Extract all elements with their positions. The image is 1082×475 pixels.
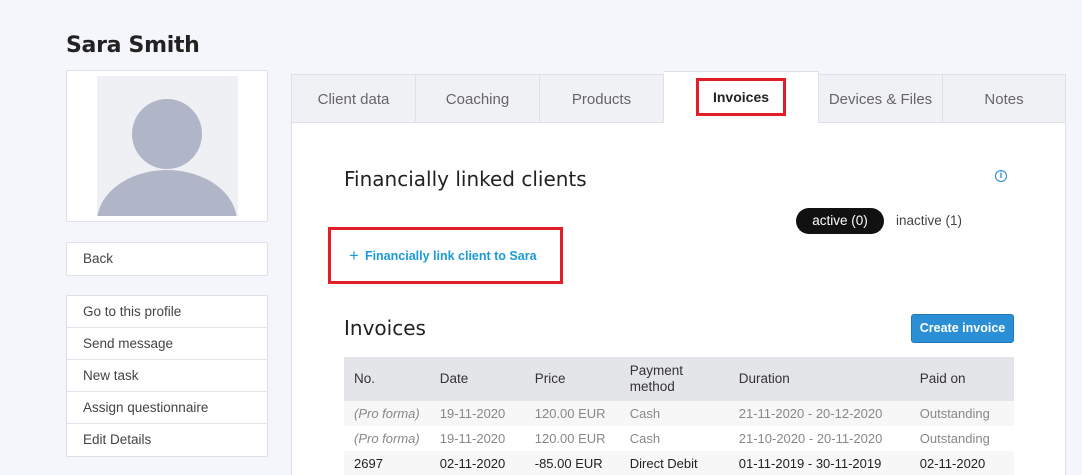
invoice-price: -85.00 EUR <box>524 451 620 475</box>
plus-icon: + <box>349 246 359 265</box>
column-header[interactable]: Duration <box>728 357 910 401</box>
invoice-price: 120.00 EUR <box>534 431 606 446</box>
tab-devices-files[interactable]: Devices & Files <box>819 75 943 123</box>
back-button[interactable]: Back <box>67 243 267 275</box>
linked-clients-title: Financially linked clients <box>344 167 587 191</box>
invoice-duration: 21-10-2020 - 20-11-2020 <box>738 431 883 446</box>
column-header[interactable]: No. <box>344 357 430 401</box>
new-task-button[interactable]: New task <box>67 360 267 392</box>
invoice-method: Cash <box>619 401 729 426</box>
column-header[interactable]: Price <box>524 357 620 401</box>
tab-coaching[interactable]: Coaching <box>416 75 540 123</box>
invoice-duration: 21-11-2020 - 20-12-2020 <box>728 401 910 426</box>
tab-bar: Client data Coaching Products Invoices D… <box>292 71 1065 123</box>
invoices-table: No. Date Price Payment method Duration P… <box>344 357 1014 475</box>
invoice-price: 120.00 EUR <box>524 401 620 426</box>
table-row[interactable]: 2697 02-11-2020 -85.00 EUR Direct Debit … <box>344 451 1014 475</box>
back-box: Back <box>66 242 268 276</box>
create-invoice-button[interactable]: Create invoice <box>911 314 1014 343</box>
invoices-title: Invoices <box>344 316 426 340</box>
column-header[interactable]: Paid on <box>909 357 1014 401</box>
invoice-no: 2697 <box>344 451 430 475</box>
invoice-date: 02-11-2020 <box>429 451 525 475</box>
table-row[interactable]: (Pro forma) 19-11-2020 120.00 EUR Cash 2… <box>344 401 1014 426</box>
avatar <box>97 76 238 216</box>
avatar-card <box>66 70 268 222</box>
invoice-duration: 01-11-2019 - 30-11-2019 <box>728 451 910 475</box>
invoice-no: (Pro forma) <box>354 431 420 446</box>
invoice-method: Cash <box>629 431 661 446</box>
tab-invoices[interactable]: Invoices <box>664 71 819 123</box>
invoice-no: (Pro forma) <box>344 401 430 426</box>
link-client-highlight: + Financially link client to Sara <box>328 227 563 284</box>
client-name: Sara Smith <box>66 33 200 58</box>
tab-products[interactable]: Products <box>540 75 664 123</box>
invoice-paid-on: Outstanding <box>919 431 990 446</box>
table-header-row: No. Date Price Payment method Duration P… <box>344 357 1014 401</box>
inactive-filter-toggle[interactable]: inactive (1) <box>896 208 962 234</box>
link-client-label: Financially link client to Sara <box>364 249 537 263</box>
invoice-paid-on: Outstanding <box>909 401 1014 426</box>
assign-questionnaire-button[interactable]: Assign questionnaire <box>67 392 267 424</box>
client-panel: Client data Coaching Products Invoices D… <box>291 71 1066 475</box>
table-row[interactable]: (Pro forma) 19-11-2020 120.00 EUR Cash 2… <box>344 426 1014 451</box>
send-message-button[interactable]: Send message <box>67 328 267 360</box>
invoice-paid-on: 02-11-2020 <box>909 451 1014 475</box>
go-to-profile-button[interactable]: Go to this profile <box>67 296 267 328</box>
invoice-date: 19-11-2020 <box>439 431 506 446</box>
column-header[interactable]: Payment method <box>619 357 729 401</box>
invoice-date: 19-11-2020 <box>429 401 525 426</box>
column-header[interactable]: Date <box>429 357 525 401</box>
active-filter-toggle[interactable]: active (0) <box>796 208 884 234</box>
user-silhouette-icon <box>97 99 237 216</box>
info-icon[interactable]: i <box>995 170 1007 182</box>
tab-notes[interactable]: Notes <box>943 75 1065 123</box>
tab-invoices-label: Invoices <box>695 78 787 116</box>
client-actions-menu: Go to this profile Send message New task… <box>66 295 268 457</box>
tab-client-data[interactable]: Client data <box>292 75 416 123</box>
link-client-button[interactable]: + Financially link client to Sara <box>349 246 537 266</box>
edit-details-button[interactable]: Edit Details <box>67 424 267 456</box>
invoice-method: Direct Debit <box>619 451 729 475</box>
